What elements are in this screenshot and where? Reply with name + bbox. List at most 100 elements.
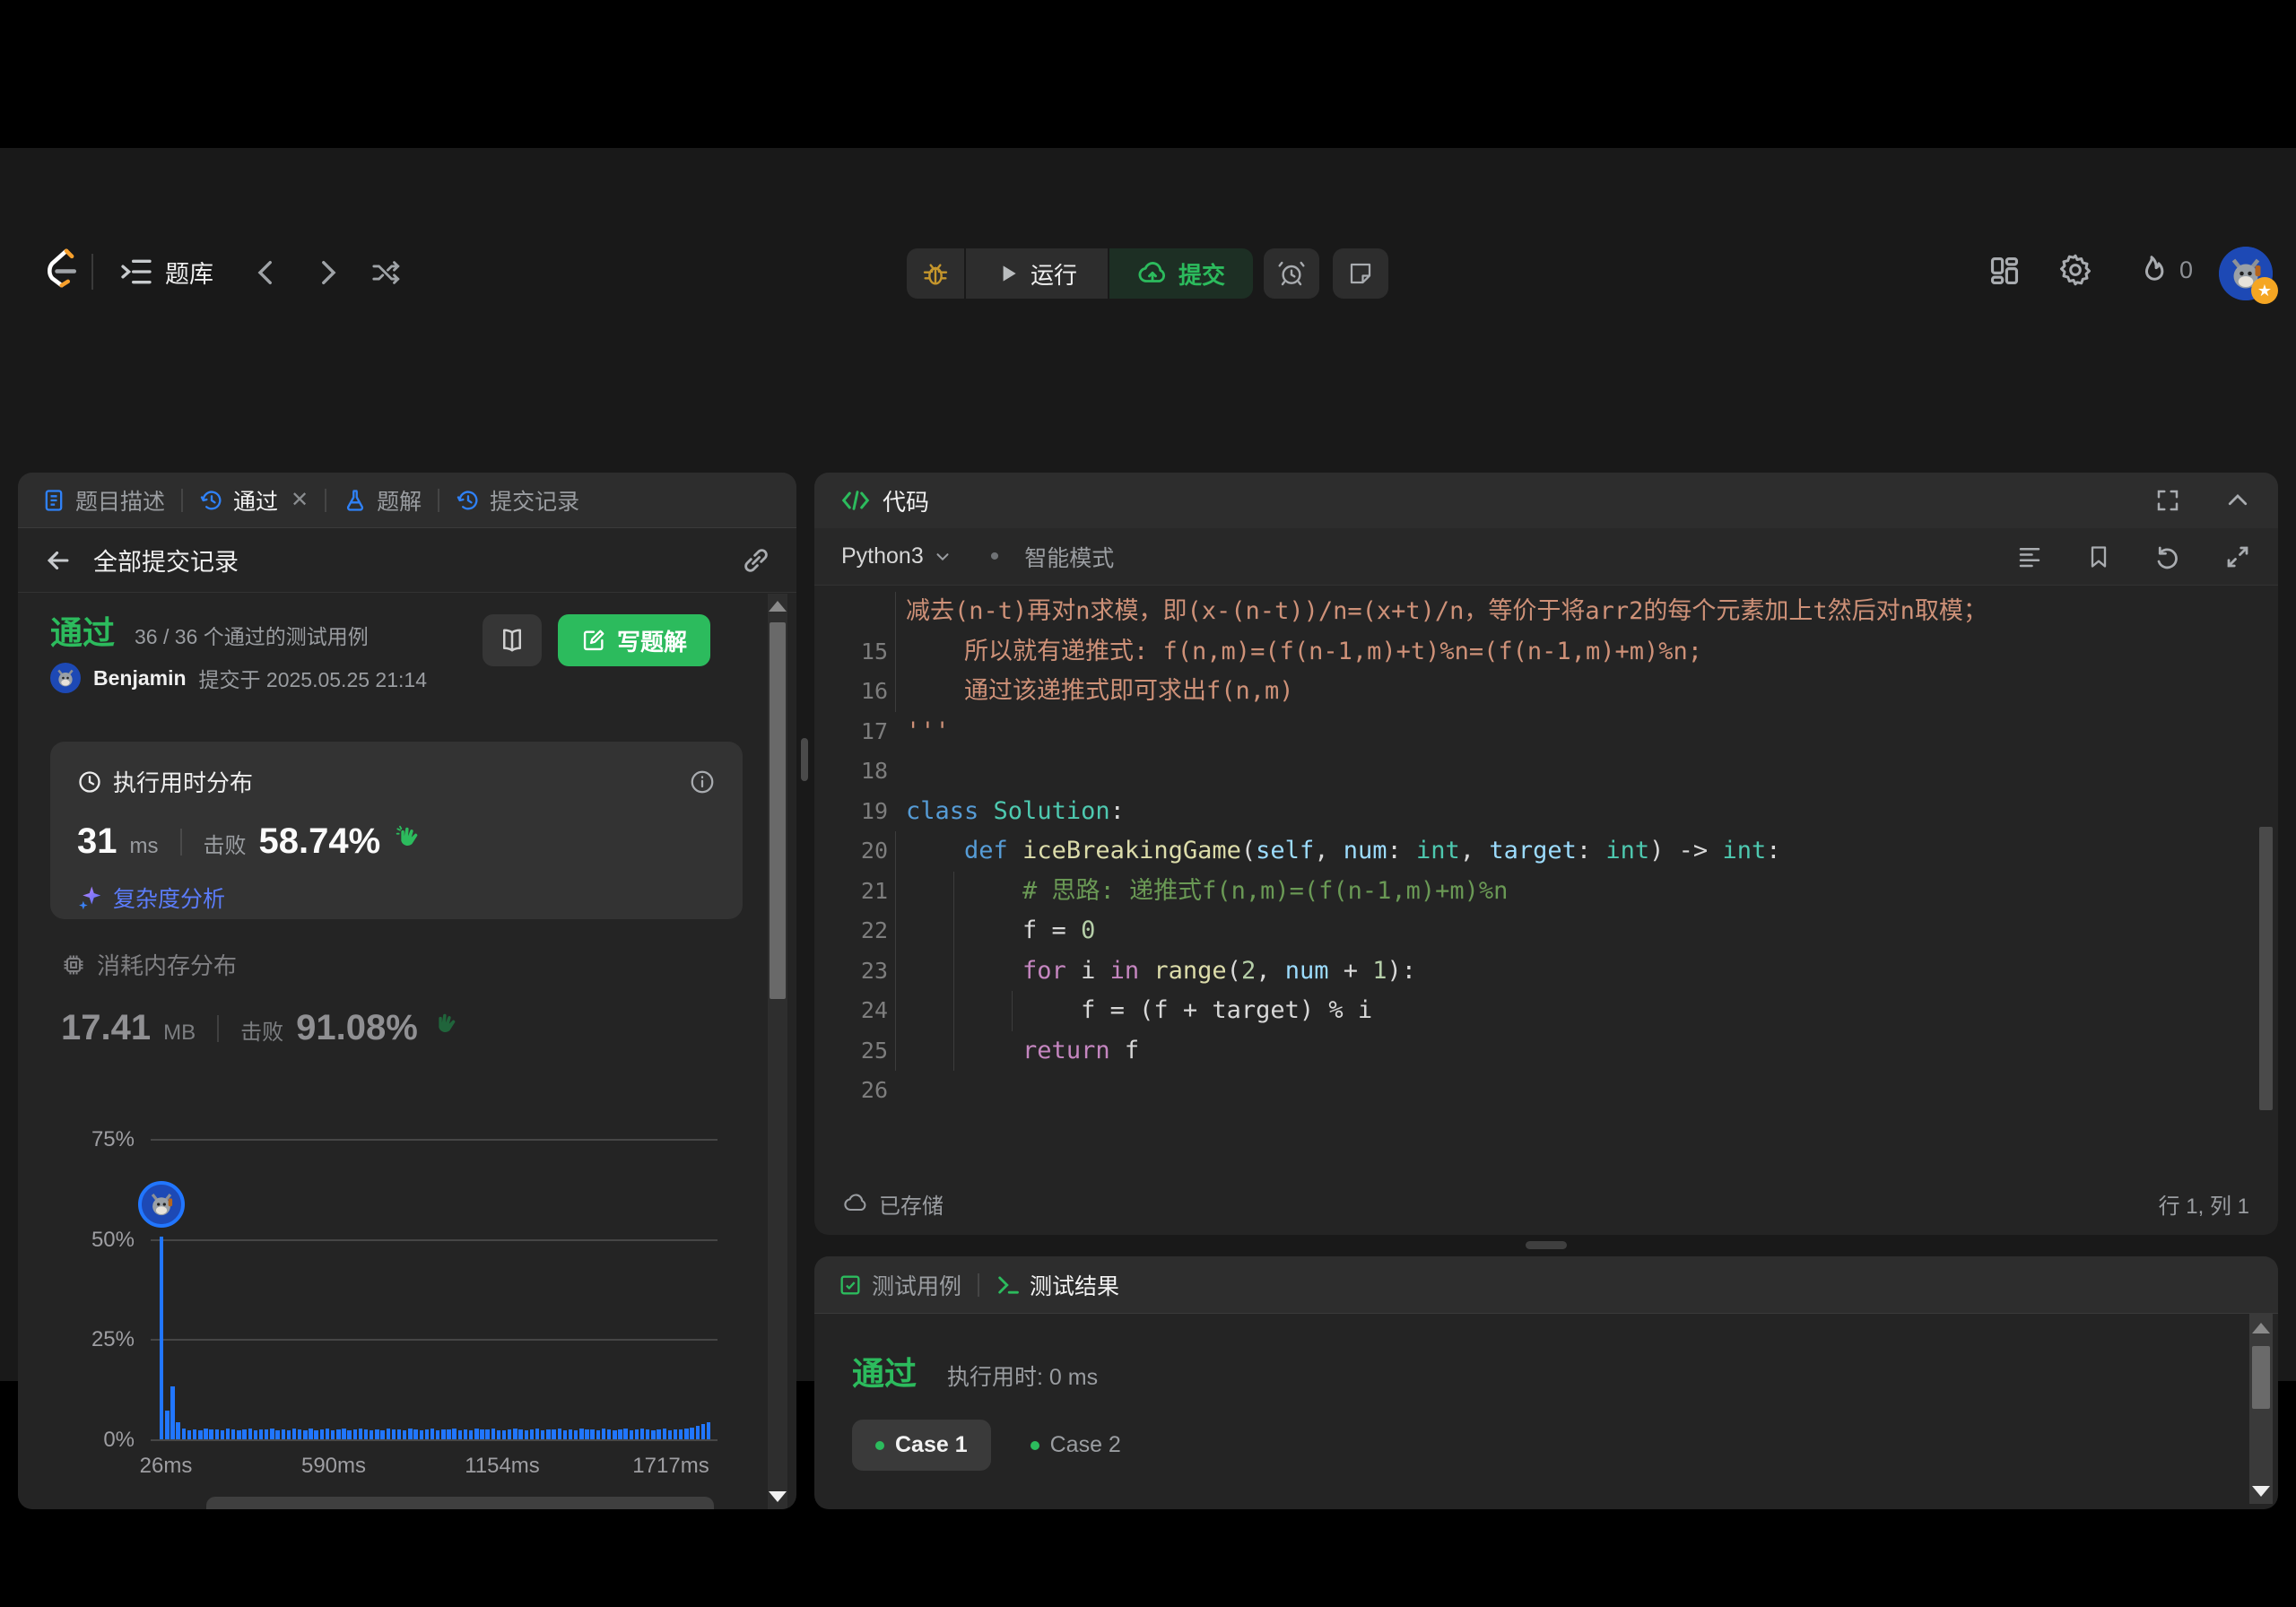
histogram-bar[interactable] (403, 1430, 406, 1439)
code-line[interactable]: 17''' (814, 712, 2278, 752)
scroll-down-arrow[interactable] (2252, 1486, 2270, 1497)
histogram-bar[interactable] (679, 1429, 683, 1439)
histogram-bar[interactable] (420, 1430, 423, 1439)
histogram-bar[interactable] (436, 1430, 439, 1439)
histogram-bar[interactable] (607, 1429, 611, 1439)
scroll-up-arrow[interactable] (769, 601, 787, 612)
histogram-bar[interactable] (259, 1429, 263, 1439)
test-panel-scrollbar[interactable] (2249, 1314, 2273, 1504)
horizontal-split-handle[interactable] (1526, 1241, 1567, 1249)
collapse-panel-button[interactable] (2224, 487, 2251, 514)
histogram-bar[interactable] (265, 1429, 268, 1439)
histogram-bar[interactable] (430, 1429, 434, 1439)
histogram-bar[interactable] (579, 1429, 583, 1439)
histogram-bar[interactable] (707, 1422, 710, 1439)
layout-switcher-button[interactable] (1987, 254, 2022, 288)
histogram-bar[interactable] (447, 1429, 450, 1439)
histogram-bar[interactable] (480, 1429, 483, 1439)
code-line[interactable]: 22 f = 0 (814, 911, 2278, 951)
leetcode-logo[interactable] (41, 245, 79, 291)
histogram-bar[interactable] (303, 1430, 307, 1439)
code-line[interactable]: 24 f = (f + target) % i (814, 991, 2278, 1031)
histogram-bar[interactable] (491, 1429, 495, 1439)
histogram-bar[interactable] (546, 1429, 550, 1439)
histogram-bar[interactable] (690, 1428, 693, 1439)
histogram-bar[interactable] (314, 1430, 317, 1439)
submit-button[interactable]: 提交 (1109, 248, 1253, 299)
write-solution-button[interactable]: 写题解 (558, 614, 710, 666)
histogram-bar[interactable] (663, 1429, 666, 1439)
debug-button[interactable] (907, 248, 964, 299)
histogram-bar[interactable] (563, 1430, 567, 1439)
histogram-bar[interactable] (342, 1429, 345, 1439)
code-line[interactable]: 15 所以就有递推式: f(n,m)=(f(n-1,m)+t)%n=(f(n-1… (814, 632, 2278, 673)
histogram-bar[interactable] (623, 1429, 627, 1439)
histogram-bar[interactable] (574, 1430, 578, 1439)
info-icon[interactable] (689, 769, 716, 795)
histogram-bar[interactable] (618, 1429, 622, 1439)
back-arrow-icon[interactable] (43, 545, 74, 576)
histogram-bar[interactable] (347, 1430, 351, 1439)
histogram-bar[interactable] (646, 1429, 649, 1439)
histogram-bar[interactable] (160, 1237, 163, 1439)
histogram-bar[interactable] (630, 1430, 633, 1439)
expand-editor-button[interactable] (2224, 543, 2251, 570)
code-editor-content[interactable]: 减去(n-t)再对n求模，即(x-(n-t))/n=(x+t)/n，等价于将ar… (814, 587, 2278, 1172)
histogram-bar[interactable] (309, 1429, 312, 1439)
code-line[interactable]: 16 通过该递推式即可求出f(n,m) (814, 672, 2278, 712)
histogram-bar[interactable] (231, 1429, 235, 1439)
link-icon[interactable] (741, 545, 771, 576)
scrollbar-thumb[interactable] (2252, 1346, 2270, 1409)
histogram-bar[interactable] (353, 1429, 357, 1439)
next-problem-button[interactable] (312, 257, 343, 288)
case-2-tab[interactable]: Case 2 (1027, 1420, 1125, 1471)
histogram-bar[interactable] (569, 1429, 572, 1439)
histogram-bar[interactable] (215, 1429, 219, 1439)
notes-button[interactable] (1333, 248, 1388, 299)
vertical-split-handle[interactable] (801, 738, 808, 781)
histogram-bar[interactable] (497, 1430, 500, 1439)
code-line[interactable]: 26 (814, 1071, 2278, 1111)
histogram-bar[interactable] (558, 1429, 561, 1439)
code-line[interactable]: 20 def iceBreakingGame(self, num: int, t… (814, 831, 2278, 872)
code-line[interactable]: 25 return f (814, 1031, 2278, 1072)
histogram-bar[interactable] (198, 1430, 202, 1439)
code-line[interactable]: 19class Solution: (814, 792, 2278, 832)
histogram-bar[interactable] (458, 1430, 462, 1439)
histogram-bar[interactable] (237, 1430, 240, 1439)
histogram-bar[interactable] (193, 1429, 196, 1439)
smart-mode-label[interactable]: 智能模式 (1024, 541, 1114, 573)
tab-submissions[interactable]: 提交记录 (456, 484, 579, 517)
histogram-bar[interactable] (701, 1424, 705, 1439)
histogram-bar[interactable] (336, 1429, 340, 1439)
user-position-marker[interactable] (138, 1181, 185, 1228)
histogram-bar[interactable] (331, 1430, 335, 1439)
histogram-bar[interactable] (275, 1430, 279, 1439)
histogram-bar[interactable] (165, 1411, 169, 1439)
histogram-bar[interactable] (541, 1430, 544, 1439)
histogram-bar[interactable] (408, 1429, 412, 1439)
fullscreen-button[interactable] (2154, 487, 2181, 514)
random-problem-button[interactable] (370, 257, 404, 288)
histogram-bar[interactable] (248, 1429, 252, 1439)
histogram-bar[interactable] (392, 1429, 396, 1439)
format-code-button[interactable] (2016, 543, 2043, 570)
histogram-bar[interactable] (535, 1429, 539, 1439)
histogram-bar[interactable] (613, 1430, 616, 1439)
case-1-tab[interactable]: Case 1 (852, 1420, 991, 1471)
histogram-bar[interactable] (320, 1429, 324, 1439)
tab-test-cases[interactable]: 测试用例 (838, 1269, 961, 1301)
histogram-bar[interactable] (674, 1429, 677, 1439)
histogram-bar[interactable] (187, 1430, 191, 1439)
view-solutions-button[interactable] (483, 614, 542, 666)
histogram-bar[interactable] (452, 1429, 456, 1439)
histogram-bar[interactable] (640, 1429, 644, 1439)
prev-problem-button[interactable] (251, 257, 282, 288)
histogram-bar[interactable] (209, 1429, 213, 1439)
scroll-up-arrow[interactable] (2252, 1323, 2270, 1333)
histogram-bar[interactable] (221, 1430, 224, 1439)
histogram-bar[interactable] (474, 1429, 478, 1439)
tab-accepted[interactable]: 通过 ✕ (199, 484, 309, 517)
tab-solutions[interactable]: 题解 (343, 484, 422, 517)
histogram-bar[interactable] (508, 1429, 511, 1439)
